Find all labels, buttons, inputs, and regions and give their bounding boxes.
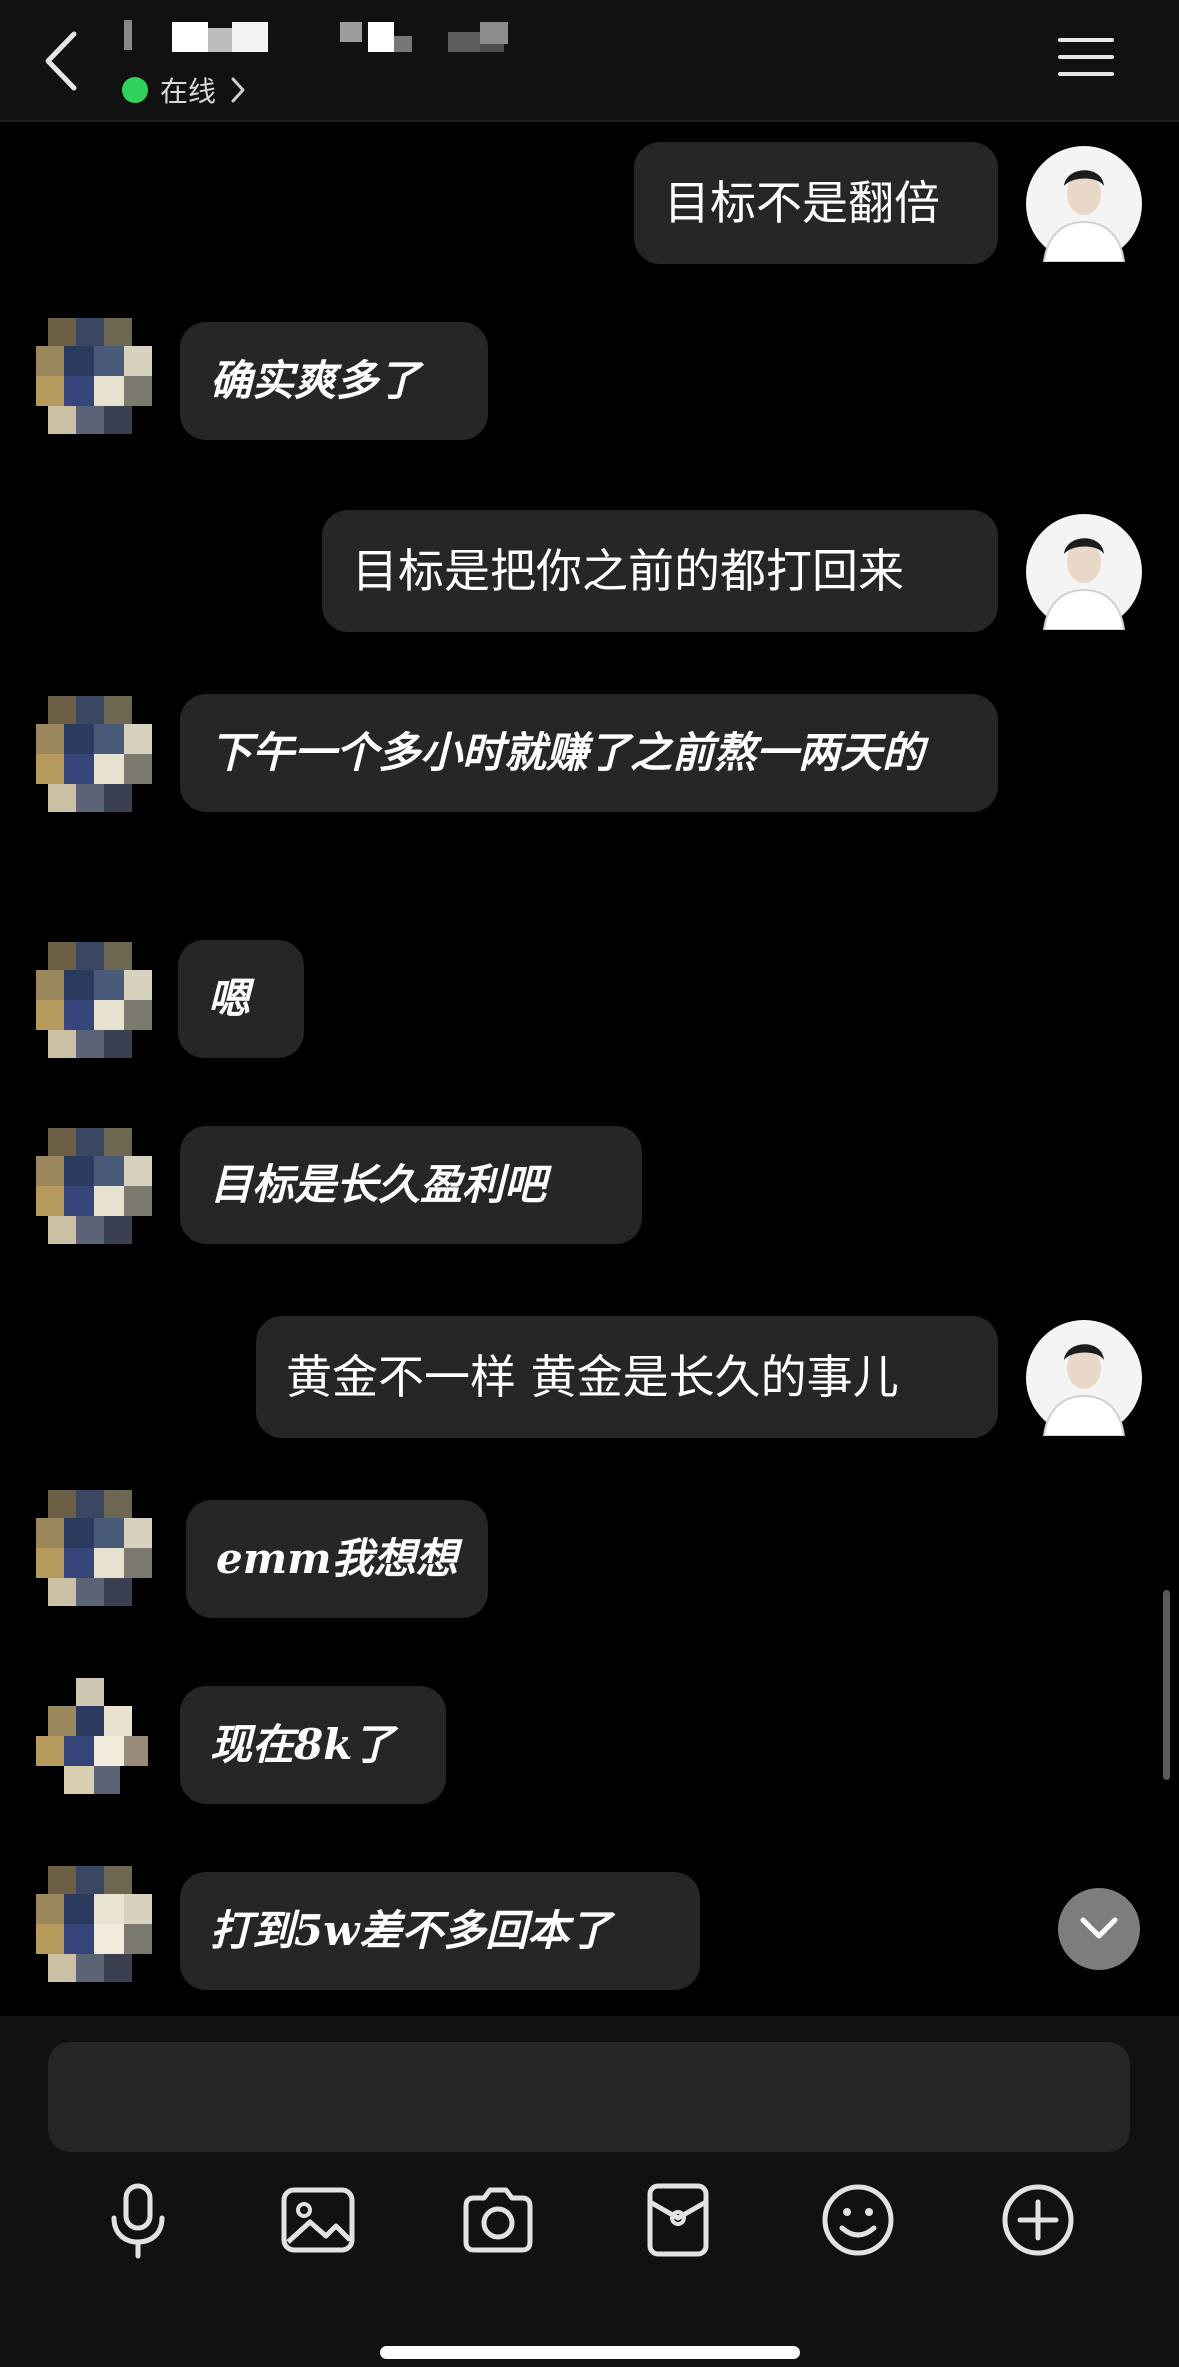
menu-icon[interactable] [1058,36,1114,78]
red-packet-icon[interactable] [638,2180,718,2260]
contact-avatar[interactable] [36,1490,152,1606]
contact-name-pixelated[interactable] [120,18,600,60]
chat-header: 在线 [0,0,1179,122]
chat-scrollbar[interactable] [1163,1590,1170,1780]
back-chevron-icon[interactable] [40,26,84,96]
message-bubble-incoming[interactable]: 嗯 [178,940,304,1058]
camera-icon[interactable] [458,2180,538,2260]
chevron-right-icon [231,77,245,103]
message-list[interactable]: 目标不是翻倍 确实爽多了 目标是把你之前的都打回来 下午一个多小时就赚了之前熬一… [0,122,1179,2014]
online-dot-icon [122,77,148,103]
my-avatar[interactable] [1026,1320,1142,1436]
contact-avatar[interactable] [36,1866,152,1982]
message-bubble-outgoing[interactable]: 目标不是翻倍 [634,142,998,264]
message-input[interactable] [48,2042,1130,2152]
plus-icon[interactable] [998,2180,1078,2260]
home-indicator[interactable] [380,2346,800,2359]
message-bubble-incoming[interactable]: emm我想想 [186,1500,488,1618]
message-bubble-outgoing[interactable]: 黄金不一样 黄金是长久的事儿 [256,1316,998,1438]
emoji-icon[interactable] [818,2180,898,2260]
online-status[interactable]: 在线 [122,70,246,110]
message-bubble-incoming[interactable]: 下午一个多小时就赚了之前熬一两天的 [180,694,998,812]
image-icon[interactable] [278,2180,358,2260]
my-avatar[interactable] [1026,514,1142,630]
status-label: 在线 [160,75,217,108]
my-avatar[interactable] [1026,146,1142,262]
message-bubble-incoming[interactable]: 确实爽多了 [180,322,488,440]
message-bubble-outgoing[interactable]: 目标是把你之前的都打回来 [322,510,998,632]
contact-avatar[interactable] [36,942,152,1058]
message-bubble-incoming[interactable]: 打到5w差不多回本了 [180,1872,700,1990]
contact-avatar[interactable] [36,696,152,812]
message-bubble-incoming[interactable]: 现在8k了 [180,1686,446,1804]
chevron-down-icon [1080,1917,1118,1939]
composer-bar [0,2016,1179,2367]
microphone-icon[interactable] [98,2180,178,2260]
scroll-to-bottom-button[interactable] [1058,1888,1140,1970]
message-bubble-incoming[interactable]: 目标是长久盈利吧 [180,1126,642,1244]
contact-avatar[interactable] [36,1128,152,1244]
contact-avatar[interactable] [36,1678,152,1794]
contact-avatar[interactable] [36,318,152,434]
